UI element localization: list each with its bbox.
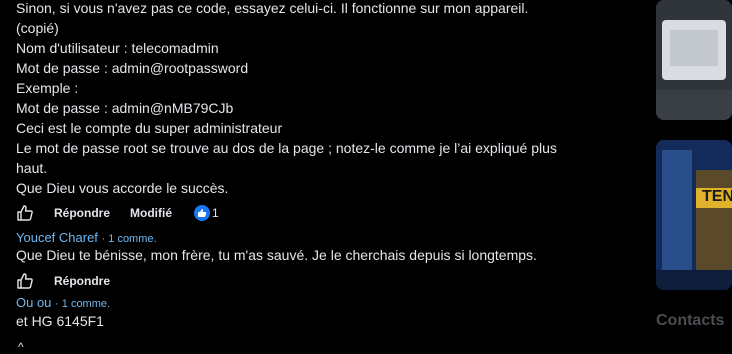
banner-text: TEN (702, 188, 732, 205)
post-line-10: Que Dieu vous accorde le succès. (16, 180, 229, 196)
comment-thread: Sinon, si vous n'avez pas ce code, essay… (0, 0, 640, 354)
caret-up-icon: ^ (18, 340, 24, 354)
comment-author-name[interactable]: Ou ou (16, 295, 51, 310)
comment-author-name[interactable]: Youcef Charef (16, 230, 98, 245)
post-line-1: Sinon, si vous n'avez pas ce code, essay… (16, 0, 529, 16)
right-sidebar: TEN Contacts (640, 0, 732, 348)
reaction-count: 1 (212, 206, 219, 220)
sponsored-banner[interactable]: TEN (656, 140, 732, 290)
post-line-8: Le mot de passe root se trouve au dos de… (16, 140, 557, 156)
like-icon[interactable] (16, 272, 34, 290)
reply-button[interactable]: Répondre (54, 206, 110, 220)
reply-button[interactable]: Répondre (54, 274, 110, 288)
like-reaction-icon (194, 205, 211, 221)
edited-label: Modifié (130, 206, 173, 220)
post-line-4: Mot de passe : admin@rootpassword (16, 60, 249, 76)
post-actions: Répondre Modifié 1 (16, 203, 219, 223)
post-line-5: Exemple : (16, 80, 79, 96)
reaction-summary[interactable]: 1 (194, 205, 219, 221)
comment-actions: Répondre (16, 271, 110, 291)
comment-text: Que Dieu te bénisse, mon frère, tu m'as … (16, 247, 537, 263)
post-line-3: Nom d'utilisateur : telecomadmin (16, 40, 219, 56)
post-line-2: (copié) (16, 20, 59, 36)
comment-text: et HG 6145F1 (16, 313, 104, 329)
post-line-6: Mot de passe : admin@nMB79CJb (16, 100, 234, 116)
post-line-9: haut. (16, 160, 48, 176)
comment-meta[interactable]: · 1 comme. (55, 298, 110, 310)
contacts-heading: Contacts (656, 312, 725, 329)
comment-meta[interactable]: · 1 comme. (102, 233, 157, 245)
post-line-7: Ceci est le compte du super administrate… (16, 120, 283, 136)
like-icon[interactable] (16, 204, 34, 222)
sponsored-image[interactable] (656, 0, 732, 120)
